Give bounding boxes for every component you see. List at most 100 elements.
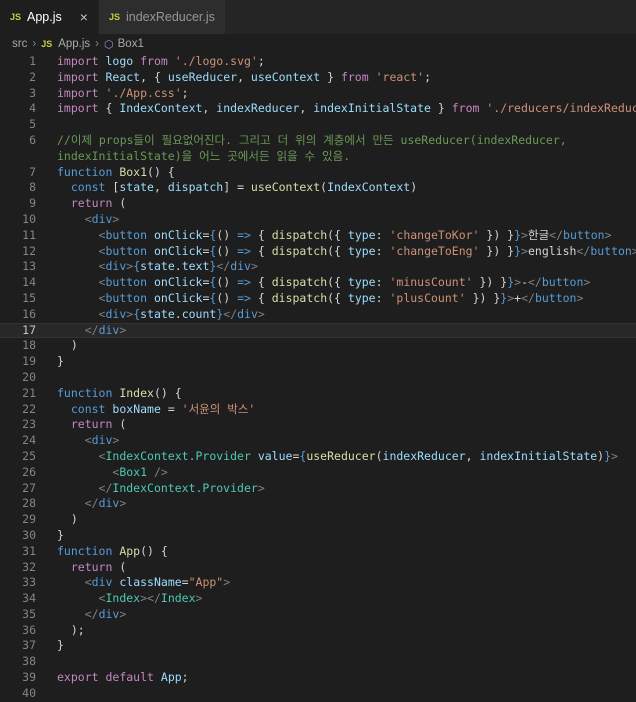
code-line[interactable]: 38 — [0, 654, 636, 670]
line-number: 6 — [29, 132, 36, 147]
line-number: 29 — [22, 512, 36, 527]
code-text: <div className="App"> — [84, 575, 231, 590]
tab-app-js[interactable]: JS App.js × — [0, 0, 98, 34]
breadcrumb-symbol[interactable]: Box1 — [118, 38, 144, 50]
code-line[interactable]: 20 — [0, 370, 636, 386]
line-number: 4 — [29, 101, 36, 116]
code-line[interactable]: 32 return ( — [0, 560, 636, 576]
close-icon[interactable]: × — [80, 9, 88, 25]
code-line[interactable]: 39 export default App; — [0, 670, 636, 686]
line-number: 25 — [22, 448, 36, 463]
line-number: 16 — [22, 306, 36, 321]
code-line[interactable]: 10 <div> — [0, 212, 636, 228]
code-text: } — [57, 354, 64, 369]
line-number: 5 — [29, 117, 36, 132]
editor-tab-bar: JS App.js × JS indexReducer.js — [0, 0, 636, 34]
code-line[interactable]: 3 import './App.css'; — [0, 86, 636, 102]
code-line[interactable]: 23 return ( — [0, 417, 636, 433]
code-line[interactable]: 27 </IndexContext.Provider> — [0, 481, 636, 497]
code-text: import React, { useReducer, useContext }… — [57, 69, 431, 84]
code-line[interactable]: 15 <button onClick={() => { dispatch({ t… — [0, 291, 636, 307]
code-line[interactable]: 30} — [0, 528, 636, 544]
tab-label: App.js — [27, 10, 62, 24]
code-text: </div> — [84, 496, 127, 511]
code-line[interactable]: 34 <Index></Index> — [0, 591, 636, 607]
line-number: 12 — [22, 243, 36, 258]
code-line[interactable]: 35 </div> — [0, 607, 636, 623]
tab-index-reducer-js[interactable]: JS indexReducer.js — [98, 0, 225, 34]
code-line[interactable]: 13 <div>{state.text}</div> — [0, 259, 636, 275]
code-line[interactable]: 2 import React, { useReducer, useContext … — [0, 70, 636, 86]
code-text: function App() { — [57, 543, 168, 558]
breadcrumb-folder[interactable]: src — [12, 38, 27, 50]
code-line[interactable]: 29 ) — [0, 512, 636, 528]
code-text: <Box1 /> — [112, 464, 168, 479]
line-number: 14 — [22, 275, 36, 290]
code-text: </div> — [84, 606, 127, 621]
code-line[interactable]: 14 <button onClick={() => { dispatch({ t… — [0, 275, 636, 291]
code-line[interactable]: 18 ) — [0, 338, 636, 354]
code-text: <div> — [84, 211, 120, 226]
code-line[interactable]: 37} — [0, 638, 636, 654]
code-line[interactable]: 22 const boxName = '서윤의 박스' — [0, 402, 636, 418]
code-line[interactable]: 16 <div>{state.count}</div> — [0, 307, 636, 323]
symbol-function-icon: ⬡ — [104, 38, 114, 51]
line-number: 33 — [22, 575, 36, 590]
line-number: 28 — [22, 496, 36, 511]
code-line[interactable]: 36 ); — [0, 623, 636, 639]
breadcrumb-file[interactable]: App.js — [58, 38, 90, 50]
code-line[interactable]: 19} — [0, 354, 636, 370]
code-line[interactable]: 31 function App() { — [0, 544, 636, 560]
code-text: <button onClick={() => { dispatch({ type… — [98, 243, 636, 258]
code-text: } — [57, 527, 64, 542]
javascript-file-icon: JS — [108, 12, 120, 22]
javascript-file-icon: JS — [41, 39, 53, 49]
line-number: 8 — [29, 180, 36, 195]
code-text: import logo from './logo.svg'; — [57, 54, 265, 68]
code-line[interactable]: 21 function Index() { — [0, 386, 636, 402]
line-number: 31 — [22, 543, 36, 558]
breadcrumb: src › JS App.js › ⬡ Box1 — [0, 34, 636, 54]
code-line[interactable]: 12 <button onClick={() => { dispatch({ t… — [0, 244, 636, 260]
code-line[interactable]: 6 //이제 props들이 필요없어진다. 그리고 더 위의 계층에서 만든 u… — [0, 133, 636, 149]
code-line[interactable]: 7 function Box1() { — [0, 165, 636, 181]
code-text: //이제 props들이 필요없어진다. 그리고 더 위의 계층에서 만든 us… — [57, 132, 567, 147]
line-number: 30 — [22, 527, 36, 542]
code-text: </IndexContext.Provider> — [98, 480, 265, 495]
code-text: </div> — [84, 322, 127, 337]
code-text: ); — [57, 622, 85, 637]
code-text: function Box1() { — [57, 164, 175, 179]
code-line[interactable]: 24 <div> — [0, 433, 636, 449]
code-line[interactable]: 4 import { IndexContext, indexReducer, in… — [0, 101, 636, 117]
line-number: 23 — [22, 417, 36, 432]
code-text: <button onClick={() => { dispatch({ type… — [98, 290, 584, 305]
code-editor[interactable]: 1 import logo from './logo.svg'; 2 import R… — [0, 54, 636, 702]
line-number: 26 — [22, 464, 36, 479]
code-line[interactable]: 26 <Box1 /> — [0, 465, 636, 481]
code-text: } — [57, 638, 64, 653]
line-number: 32 — [22, 559, 36, 574]
code-line[interactable]: 5 — [0, 117, 636, 133]
code-text: import './App.css'; — [57, 85, 189, 100]
code-text: indexInitialState)을 어느 곳에서든 읽을 수 있음. — [57, 148, 351, 163]
code-line[interactable]: 11 <button onClick={() => { dispatch({ t… — [0, 228, 636, 244]
code-line[interactable]: 8 const [state, dispatch] = useContext(I… — [0, 180, 636, 196]
code-line[interactable]: 9 return ( — [0, 196, 636, 212]
code-text: <div> — [84, 433, 120, 448]
code-text: ) — [57, 512, 78, 527]
code-line[interactable]: 40 — [0, 686, 636, 702]
code-line[interactable]: 28 </div> — [0, 496, 636, 512]
code-line[interactable]: 33 <div className="App"> — [0, 575, 636, 591]
code-text: const [state, dispatch] = useContext(Ind… — [70, 180, 418, 195]
code-text: import { IndexContext, indexReducer, ind… — [57, 101, 636, 116]
line-number: 18 — [22, 338, 36, 353]
code-line[interactable]: indexInitialState)을 어느 곳에서든 읽을 수 있음. — [0, 149, 636, 165]
line-number: 13 — [22, 259, 36, 274]
code-line[interactable]: 1 import logo from './logo.svg'; — [0, 54, 636, 70]
line-number: 21 — [22, 385, 36, 400]
code-text: <Index></Index> — [98, 591, 203, 606]
code-line[interactable]: 17 </div> — [0, 322, 636, 339]
line-number: 19 — [22, 354, 36, 369]
code-text: return ( — [70, 559, 127, 574]
code-line[interactable]: 25 <IndexContext.Provider value={useRedu… — [0, 449, 636, 465]
